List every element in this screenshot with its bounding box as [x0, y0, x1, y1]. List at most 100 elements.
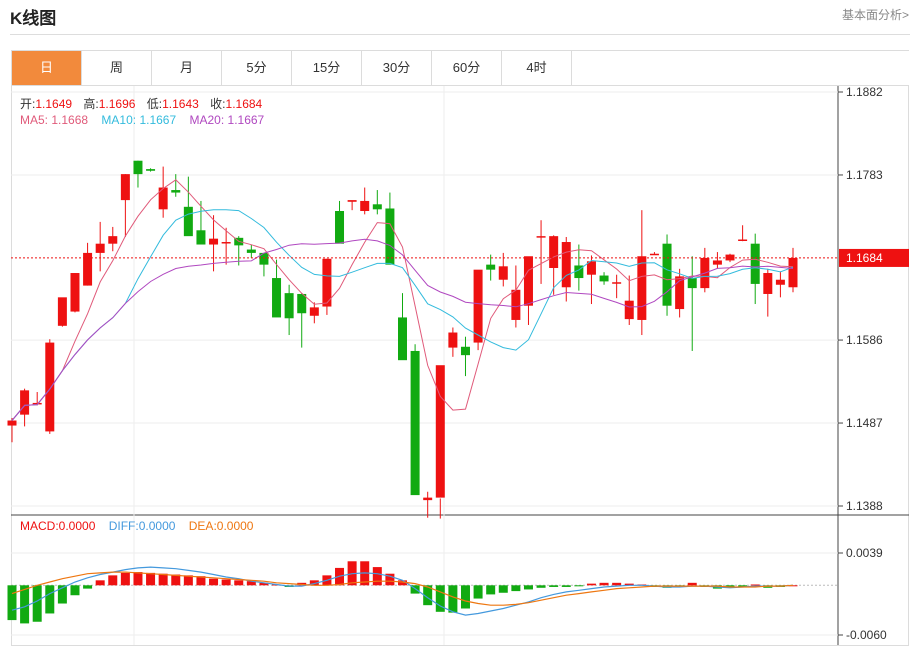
open-label: 开:	[20, 97, 36, 111]
candle-body[interactable]	[687, 278, 697, 289]
candle-body[interactable]	[45, 342, 55, 432]
macd-histogram-bar[interactable]	[498, 585, 508, 593]
macd-histogram-bar[interactable]	[372, 567, 382, 586]
candle-body[interactable]	[284, 293, 294, 319]
candle-body[interactable]	[221, 242, 231, 244]
price-tick-label: 1.1882	[846, 85, 883, 99]
macd-histogram-bar[interactable]	[750, 584, 760, 586]
candle-body[interactable]	[309, 307, 319, 316]
candle-body[interactable]	[423, 497, 433, 501]
ma5-label: MA5:	[20, 113, 49, 127]
dea-label: DEA:	[188, 519, 217, 533]
macd-histogram-bar[interactable]	[448, 585, 458, 613]
candle-body[interactable]	[95, 243, 105, 253]
candle-body[interactable]	[297, 293, 307, 314]
candle-body[interactable]	[347, 200, 357, 202]
macd-histogram-bar[interactable]	[32, 585, 42, 622]
macd-histogram-bar[interactable]	[486, 585, 496, 595]
macd-legend: MACD:0.0000 DIFF:0.0000 DEA:0.0000	[20, 519, 253, 533]
macd-histogram-bar[interactable]	[7, 585, 17, 621]
candle-body[interactable]	[498, 266, 508, 280]
candle-body[interactable]	[775, 279, 785, 285]
candle-body[interactable]	[108, 236, 118, 244]
macd-histogram-bar[interactable]	[158, 573, 168, 586]
candle-body[interactable]	[599, 275, 609, 282]
candle-body[interactable]	[511, 289, 521, 320]
candle-body[interactable]	[473, 269, 483, 343]
macd-histogram-bar[interactable]	[574, 585, 584, 587]
candle-body[interactable]	[649, 253, 659, 256]
ma20-value: 1.1667	[227, 113, 265, 127]
candle-body[interactable]	[410, 350, 420, 496]
candle-body[interactable]	[788, 257, 798, 288]
candle-body[interactable]	[133, 160, 143, 175]
candle-body[interactable]	[448, 332, 458, 348]
macd-histogram-bar[interactable]	[473, 585, 483, 599]
macd-histogram-bar[interactable]	[95, 580, 105, 586]
candle-body[interactable]	[385, 208, 395, 265]
macd-histogram-bar[interactable]	[133, 572, 143, 586]
candle-body[interactable]	[70, 273, 80, 312]
macd-histogram-bar[interactable]	[460, 585, 470, 609]
ma-legend: MA5: 1.1668 MA10: 1.1667 MA20: 1.1667	[20, 113, 264, 127]
low-label: 低:	[146, 97, 163, 111]
candle-body[interactable]	[372, 204, 382, 210]
diff-value: 0.0000	[138, 519, 176, 533]
macd-histogram-bar[interactable]	[70, 585, 80, 596]
high-label: 高:	[83, 97, 99, 111]
candle-body[interactable]	[624, 300, 634, 320]
high-value: 1.1696	[98, 97, 136, 111]
macd-histogram-bar[interactable]	[45, 585, 55, 614]
macd-histogram-bar[interactable]	[549, 585, 559, 587]
macd-histogram-bar[interactable]	[83, 585, 93, 589]
macd-histogram-bar[interactable]	[234, 580, 244, 586]
macd-histogram-bar[interactable]	[536, 585, 546, 588]
macd-histogram-bar[interactable]	[209, 578, 219, 586]
candle-body[interactable]	[712, 260, 722, 265]
candle-body[interactable]	[7, 420, 17, 426]
candle-body[interactable]	[171, 190, 181, 193]
candle-body[interactable]	[662, 243, 672, 306]
macd-histogram-bar[interactable]	[612, 582, 622, 586]
current-price-label: 1.1684	[846, 251, 883, 265]
candle-body[interactable]	[360, 200, 370, 212]
macd-label: MACD:	[20, 519, 59, 533]
candle-body[interactable]	[637, 256, 647, 320]
macd-histogram-bar[interactable]	[586, 583, 596, 586]
candle-body[interactable]	[209, 238, 219, 245]
macd-histogram-bar[interactable]	[687, 582, 697, 586]
candle-body[interactable]	[460, 346, 470, 356]
candle-body[interactable]	[549, 236, 559, 268]
candle-body[interactable]	[146, 169, 156, 171]
candle-body[interactable]	[536, 236, 546, 238]
candle-body[interactable]	[183, 206, 193, 237]
candle-body[interactable]	[725, 254, 735, 261]
candle-body[interactable]	[738, 239, 748, 241]
candle-body[interactable]	[57, 297, 67, 326]
macd-histogram-bar[interactable]	[599, 582, 609, 586]
macd-histogram-bar[interactable]	[108, 575, 118, 586]
candle-body[interactable]	[750, 243, 760, 284]
macd-histogram-bar[interactable]	[221, 579, 231, 586]
candle-body[interactable]	[20, 390, 30, 415]
candle-body[interactable]	[561, 242, 571, 288]
candle-body[interactable]	[196, 230, 206, 245]
candle-body[interactable]	[272, 278, 282, 318]
macd-histogram-bar[interactable]	[561, 585, 571, 587]
macd-histogram-bar[interactable]	[523, 585, 533, 590]
candle-body[interactable]	[120, 174, 130, 201]
macd-histogram-bar[interactable]	[511, 585, 521, 592]
candle-body[interactable]	[763, 273, 773, 294]
candle-body[interactable]	[435, 365, 445, 498]
candle-body[interactable]	[486, 264, 496, 270]
macd-histogram-bar[interactable]	[146, 572, 156, 586]
macd-histogram-bar[interactable]	[120, 572, 130, 586]
candle-body[interactable]	[398, 317, 407, 361]
dea-value: 0.0000	[216, 519, 254, 533]
candle-body[interactable]	[612, 282, 622, 284]
macd-tick-label: 0.0039	[846, 546, 883, 560]
ma10-label: MA10:	[101, 113, 137, 127]
candle-body[interactable]	[246, 249, 256, 253]
candle-body[interactable]	[523, 256, 533, 306]
candle-body[interactable]	[335, 211, 345, 244]
